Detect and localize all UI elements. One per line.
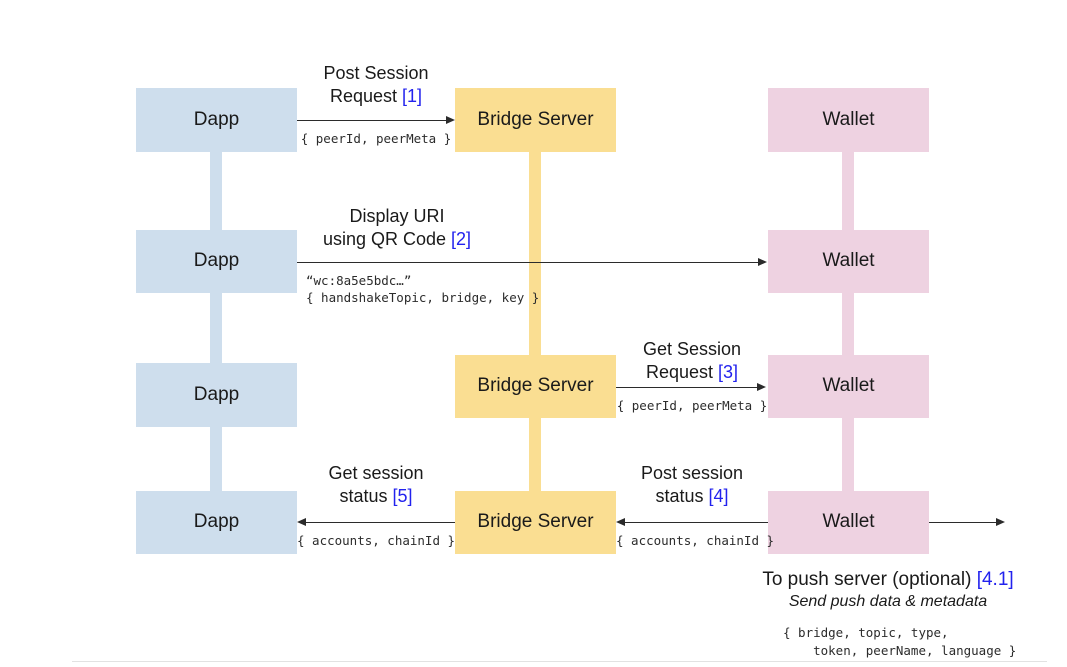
- node-wallet-row3[interactable]: Wallet: [768, 355, 929, 418]
- message-label-4-line2: status: [655, 485, 704, 506]
- message-label-5: Get session status [5]: [297, 462, 455, 507]
- node-label: Bridge Server: [477, 511, 594, 533]
- message-step-1: [1]: [402, 85, 423, 106]
- message-step-3: [3]: [718, 361, 739, 382]
- message-payload-2-line2: { handshakeTopic, bridge, key }: [306, 289, 540, 305]
- arrow-head-4: [616, 517, 625, 526]
- arrow-line-1: [297, 120, 447, 121]
- node-label: Dapp: [193, 108, 240, 130]
- message-payload-5: { accounts, chainId }: [297, 533, 456, 548]
- node-dapp-row2[interactable]: Dapp: [136, 230, 297, 293]
- push-note-title: To push server (optional) [4.1]: [728, 568, 1048, 592]
- node-label: Wallet: [822, 250, 875, 272]
- node-label: Bridge Server: [477, 108, 594, 130]
- arrow-line-push: [929, 522, 997, 523]
- lifeline-dapp-2-3: [210, 282, 222, 374]
- message-label-3-line2: Request: [645, 361, 713, 382]
- node-dapp-row4[interactable]: Dapp: [136, 491, 297, 554]
- arrow-line-5: [306, 522, 455, 523]
- message-label-2: Display URI using QR Code [2]: [297, 205, 497, 250]
- message-label-4: Post session status [4]: [616, 462, 768, 507]
- node-bridge-row4[interactable]: Bridge Server: [455, 491, 616, 554]
- arrow-head-1: [446, 115, 455, 124]
- push-note-subtitle: Send push data & metadata: [788, 593, 988, 610]
- node-wallet-row2[interactable]: Wallet: [768, 230, 929, 293]
- node-bridge-row3[interactable]: Bridge Server: [455, 355, 616, 418]
- message-payload-2: “wc:8a5e5bdc…” { handshakeTopic, bridge,…: [306, 273, 539, 307]
- arrow-head-2: [758, 257, 767, 266]
- node-wallet-row1[interactable]: Wallet: [768, 88, 929, 152]
- footer-divider: [72, 661, 1047, 662]
- message-payload-1: { peerId, peerMeta }: [300, 131, 452, 146]
- arrow-line-3: [616, 387, 758, 388]
- arrow-head-5: [297, 517, 306, 526]
- node-dapp-row1[interactable]: Dapp: [136, 88, 297, 152]
- push-note-payload-line2: token, peerName, language }: [783, 642, 1017, 658]
- node-label: Wallet: [822, 108, 875, 130]
- node-bridge-row1[interactable]: Bridge Server: [455, 88, 616, 152]
- node-dapp-row3[interactable]: Dapp: [136, 363, 297, 427]
- message-label-3-line1: Get Session: [642, 339, 742, 359]
- message-label-5-line2: status: [339, 485, 388, 506]
- node-wallet-row4[interactable]: Wallet: [768, 491, 929, 554]
- sequence-diagram-canvas: Dapp Bridge Server Wallet Post Session R…: [0, 0, 1067, 667]
- message-label-1-line1: Post Session: [323, 63, 429, 83]
- message-step-2: [2]: [451, 228, 472, 249]
- arrow-head-push: [996, 517, 1005, 526]
- message-step-5: [5]: [392, 485, 413, 506]
- message-step-4: [4]: [708, 485, 729, 506]
- node-label: Bridge Server: [477, 375, 594, 397]
- node-label: Dapp: [193, 511, 240, 533]
- node-label: Wallet: [822, 375, 875, 397]
- lifeline-bridge-1-3: [529, 140, 541, 374]
- push-note-payload-line1: { bridge, topic, type,: [783, 625, 949, 640]
- message-payload-4: { accounts, chainId }: [616, 533, 775, 548]
- message-payload-2-line1: “wc:8a5e5bdc…”: [306, 273, 412, 288]
- push-note-payload: { bridge, topic, type, token, peerName, …: [783, 624, 1016, 659]
- node-label: Wallet: [822, 511, 875, 533]
- push-note-title-text: To push server (optional): [762, 569, 972, 590]
- message-label-3: Get Session Request [3]: [616, 338, 768, 383]
- message-label-2-line1: Display URI: [349, 206, 445, 226]
- message-payload-3: { peerId, peerMeta }: [616, 398, 768, 413]
- message-label-2-line2: using QR Code: [322, 228, 447, 249]
- arrow-line-4: [625, 522, 768, 523]
- message-label-5-line1: Get session: [328, 463, 424, 483]
- node-label: Dapp: [193, 383, 240, 405]
- message-label-4-line1: Post session: [640, 463, 744, 483]
- push-note-step: [4.1]: [976, 569, 1014, 590]
- arrow-line-2: [297, 262, 759, 263]
- lifeline-wallet-1-2: [842, 140, 854, 242]
- message-label-1-line2: Request: [329, 85, 397, 106]
- arrow-head-3: [757, 382, 766, 391]
- message-label-1: Post Session Request [1]: [297, 62, 455, 107]
- node-label: Dapp: [193, 250, 240, 272]
